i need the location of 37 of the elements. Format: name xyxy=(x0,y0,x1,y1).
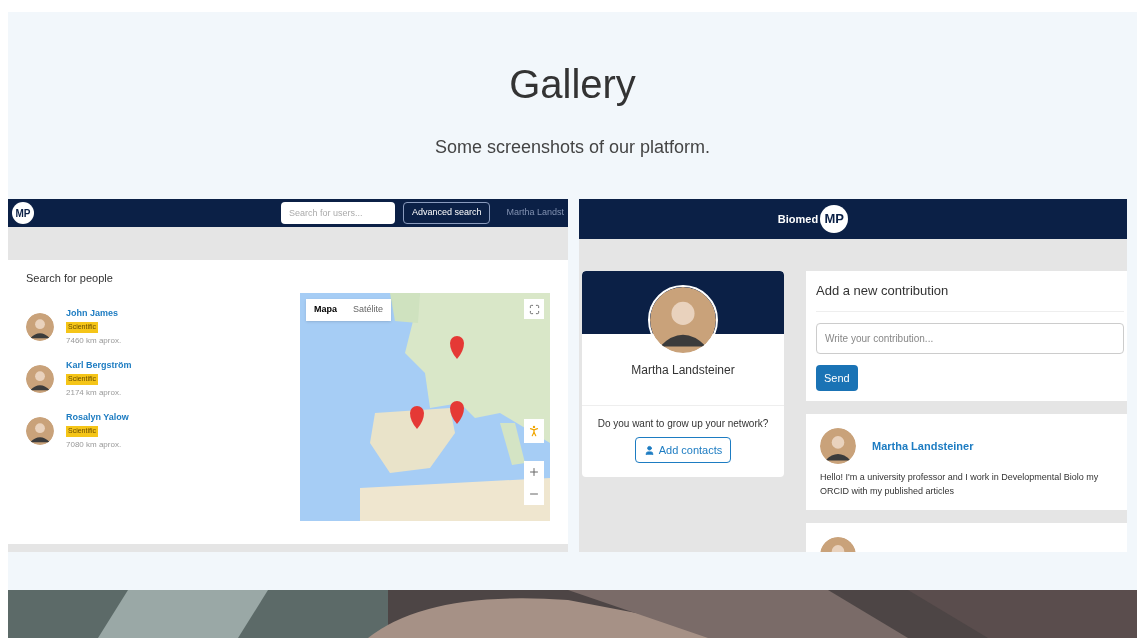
post-text: Hello! I'm a university professor and I work in Developmental Biolo my ORCID with my published articles xyxy=(820,471,1100,498)
logo[interactable]: MP xyxy=(820,205,849,233)
section-title: Gallery xyxy=(509,64,636,104)
avatar xyxy=(26,364,54,393)
avatar xyxy=(26,416,54,445)
person-icon xyxy=(527,424,541,438)
contribution-field[interactable]: Write your contribution... xyxy=(816,322,1124,355)
distance: 2174 km aprox. xyxy=(66,386,123,399)
distance: 7460 km aprox. xyxy=(66,334,122,347)
search-field[interactable]: Search for users... xyxy=(280,202,395,224)
add-contacts-button[interactable]: Add contacts xyxy=(634,437,732,463)
user-name[interactable]: Martha Landst xyxy=(498,206,564,220)
street-view-button[interactable] xyxy=(524,419,544,443)
composer-title: Add a new contribution xyxy=(816,281,1124,312)
map[interactable]: Mapa Satélite xyxy=(300,293,550,521)
profile-name: Martha Landsteiner xyxy=(631,362,735,379)
distance: 7080 km aprox. xyxy=(66,438,123,451)
brand-name: Biomed xyxy=(777,211,819,227)
map-tab[interactable]: Satélite xyxy=(345,299,392,321)
avatar xyxy=(820,428,856,464)
fullscreen-icon xyxy=(528,303,540,315)
person-name[interactable]: John James xyxy=(66,306,122,320)
section-subtitle: Some screenshots of our platform. xyxy=(434,136,711,159)
network-prompt: Do you want to grow up your network? xyxy=(597,417,769,431)
avatar xyxy=(26,312,54,341)
advanced-search-button[interactable]: Advanced search xyxy=(402,202,491,224)
panel-title: Search for people xyxy=(26,271,114,286)
send-button[interactable]: Send xyxy=(816,365,858,391)
user-icon xyxy=(643,444,655,456)
fullscreen-button[interactable] xyxy=(524,299,544,319)
plus-icon xyxy=(528,466,540,478)
person-name[interactable]: Rosalyn Yalow xyxy=(66,410,129,424)
profile-avatar xyxy=(648,285,718,355)
person-name[interactable]: Karl Bergström xyxy=(66,358,132,372)
logo[interactable]: MP xyxy=(12,202,34,224)
map-tab[interactable]: Mapa xyxy=(306,299,345,321)
post-author[interactable]: Martha Landsteiner xyxy=(872,437,974,455)
